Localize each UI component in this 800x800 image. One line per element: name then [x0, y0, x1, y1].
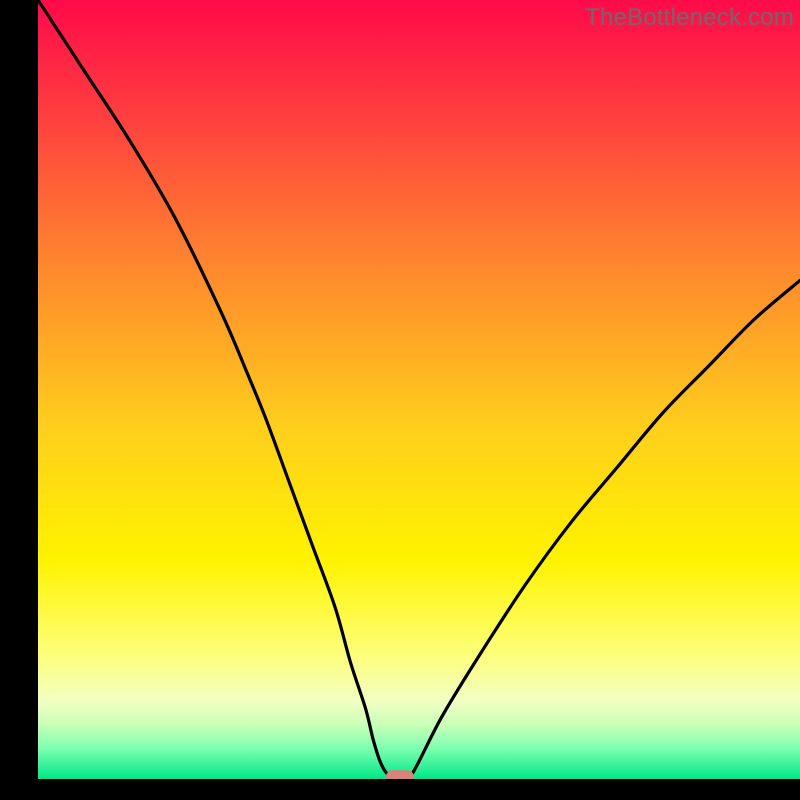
plot-area — [38, 0, 800, 779]
plot-svg — [38, 0, 800, 779]
optimal-point-marker — [386, 770, 414, 779]
chart-frame: TheBottleneck.com — [0, 0, 800, 800]
watermark-text: TheBottleneck.com — [585, 4, 794, 32]
